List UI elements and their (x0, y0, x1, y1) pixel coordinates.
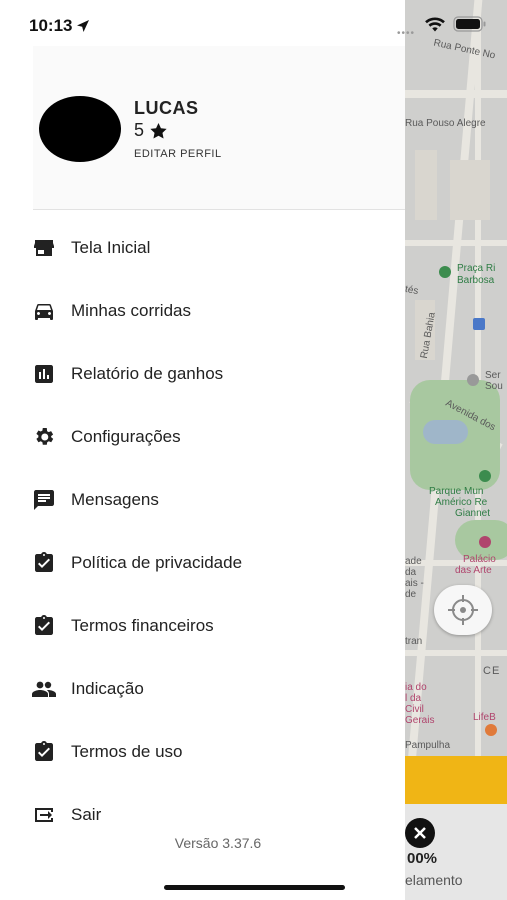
edit-profile-link[interactable]: EDITAR PERFIL (134, 148, 222, 160)
map-label: Barbosa (457, 275, 495, 286)
clipboard-check-icon (31, 613, 57, 639)
logout-icon (31, 802, 57, 828)
menu-item-earnings-report[interactable]: Relatório de ganhos (0, 349, 405, 399)
menu-item-logout[interactable]: Sair (0, 790, 405, 840)
map-label: Civil (405, 704, 424, 715)
menu-item-label: Indicação (71, 679, 144, 698)
menu-item-terms-of-use[interactable]: Termos de uso (0, 727, 405, 777)
battery-icon (453, 16, 486, 32)
map-label: ais - (405, 578, 424, 589)
people-icon (31, 676, 57, 702)
crosshair-icon (448, 595, 478, 625)
map-label: tran (405, 636, 423, 647)
map-label: tés (405, 283, 420, 298)
bus-stop-icon (473, 318, 485, 330)
user-rating: 5 (134, 120, 167, 141)
map-label: Palácio (463, 554, 496, 565)
park-pin-icon (439, 266, 451, 278)
cancel-label: elamento (405, 872, 463, 888)
status-icons (425, 16, 487, 32)
map-label: ade (405, 556, 422, 567)
menu-item-financial-terms[interactable]: Termos financeiros (0, 601, 405, 651)
bar-chart-icon (31, 361, 57, 387)
menu-item-label: Termos financeiros (71, 616, 214, 635)
map-label: Rua Pouso Alegre (405, 118, 486, 129)
status-time: 10:13 (29, 16, 90, 36)
navigation-drawer: LUCAS 5 EDITAR PERFIL Tela Inicial Minha… (0, 0, 405, 900)
map-label: das Arte (455, 565, 492, 576)
park-pin-icon (479, 470, 491, 482)
menu-item-settings[interactable]: Configurações (0, 412, 405, 462)
map-label: Sou (485, 381, 503, 392)
menu-item-label: Termos de uso (71, 742, 183, 761)
status-banner[interactable] (405, 756, 507, 804)
menu-item-label: Sair (71, 805, 102, 824)
home-indicator[interactable] (164, 885, 345, 890)
avatar[interactable] (39, 96, 121, 162)
map-label: ia do (405, 682, 427, 693)
clipboard-check-icon (31, 550, 57, 576)
car-icon (31, 298, 57, 324)
place-pin-icon (485, 724, 497, 736)
menu-item-home[interactable]: Tela Inicial (0, 223, 405, 273)
menu-item-label: Política de privacidade (71, 553, 243, 572)
message-icon (31, 487, 57, 513)
clock-text: 10:13 (29, 16, 73, 35)
wifi-icon (425, 17, 445, 31)
place-pin-icon (467, 374, 479, 386)
map-label: da (405, 567, 417, 578)
map-label: LifeB (473, 712, 496, 723)
map-label: Giannet (455, 508, 491, 519)
menu-item-label: Mensagens (71, 490, 159, 509)
menu-item-label: Relatório de ganhos (71, 364, 224, 383)
rating-value: 5 (134, 120, 145, 140)
user-name: LUCAS (134, 98, 199, 118)
store-icon (31, 235, 57, 261)
app-version: Versão 3.37.6 (174, 835, 262, 851)
dots-indicator: •••• (397, 28, 416, 39)
map-label: de (405, 589, 417, 600)
map-label: l da (405, 693, 422, 704)
gear-icon (31, 424, 57, 450)
map-label: CE (483, 665, 501, 677)
menu-item-messages[interactable]: Mensagens (0, 475, 405, 525)
cancel-percentage: 00% (407, 850, 438, 867)
menu-item-label: Minhas corridas (71, 301, 191, 320)
status-bar: 10:13 •••• (0, 0, 507, 48)
menu-item-privacy-policy[interactable]: Política de privacidade (0, 538, 405, 588)
recenter-location-button[interactable] (434, 585, 492, 635)
map-label: Ser (485, 370, 501, 381)
map-label: Pampulha (405, 740, 451, 751)
menu-item-my-rides[interactable]: Minhas corridas (0, 286, 405, 336)
map-label: Gerais (405, 715, 435, 726)
menu-item-referral[interactable]: Indicação (0, 664, 405, 714)
star-icon (150, 122, 167, 139)
menu-item-label: Tela Inicial (71, 238, 151, 257)
profile-header: LUCAS 5 EDITAR PERFIL (33, 46, 405, 210)
map-label: Praça Ri (457, 263, 496, 274)
museum-pin-icon (479, 536, 491, 548)
map-label: Américo Re (435, 497, 488, 508)
clipboard-check-icon (31, 739, 57, 765)
menu-item-label: Configurações (71, 427, 181, 446)
location-arrow-icon (77, 20, 90, 32)
map-label: Parque Mun (429, 486, 484, 497)
